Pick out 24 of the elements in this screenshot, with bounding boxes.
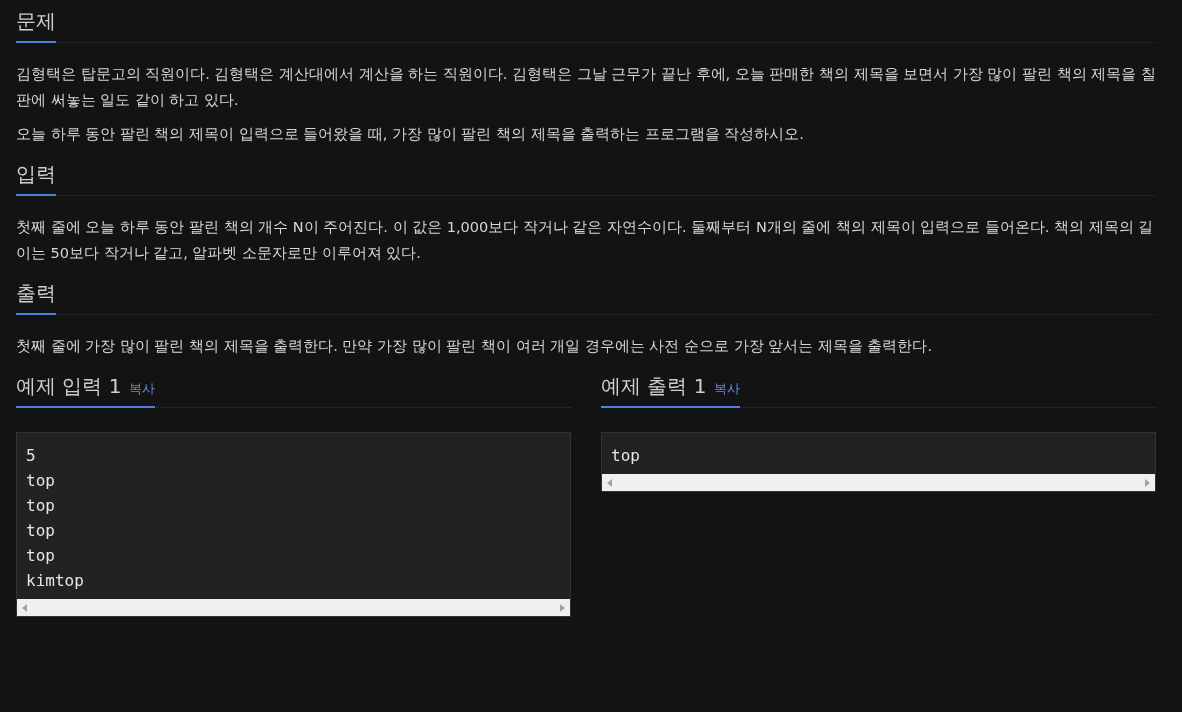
section-heading: 입력	[16, 161, 56, 188]
code-line: top	[26, 470, 56, 492]
scroll-left-icon[interactable]	[607, 478, 612, 487]
sample-heading: 예제 출력 1	[601, 373, 707, 400]
horizontal-scrollbar[interactable]	[17, 599, 570, 616]
code-line: top	[611, 445, 641, 467]
code-line: top	[26, 495, 56, 517]
section-heading: 문제	[16, 8, 56, 35]
code-line: top	[26, 520, 56, 542]
copy-link[interactable]: 복사	[129, 381, 156, 398]
paragraph: 오늘 하루 동안 팔린 책의 제목이 입력으로 들어왔을 때, 가장 많이 팔린 책의 제목을 출력하는 프로그램을 작성하시오.	[16, 125, 805, 144]
code-line: 5	[26, 445, 37, 467]
scroll-right-icon[interactable]	[1145, 478, 1150, 487]
code-line: top	[26, 545, 56, 567]
paragraph: 김형택은 탑문고의 직원이다. 김형택은 계산대에서 계산을 하는 직원이다. 김형택은 그날 근무가 끝난 후에, 오늘 판매한 책의 제목을 보면서 가장 많이 팔린 책의 제목을 칠판에 써놓는 일도 같이 하고 있다.	[16, 65, 1156, 110]
paragraph: 첫째 줄에 오늘 하루 동안 팔린 책의 개수 N이 주어진다. 이 값은 1,000보다 작거나 같은 자연수이다. 둘째부터 N개의 줄에 책의 제목이 입력으로 들어온다. 책의 제목의 길이는 50보다 작거나 같고, 알파벳 소문자로만 이루어져 있다.	[16, 218, 1155, 263]
paragraph: 첫째 줄에 가장 많이 팔린 책의 제목을 출력한다. 만약 가장 많이 팔린 책이 여러 개일 경우에는 사전 순으로 가장 앞서는 제목을 출력한다.	[16, 337, 933, 356]
horizontal-scrollbar[interactable]	[602, 474, 1155, 491]
sample-heading: 예제 입력 1	[16, 373, 122, 400]
section-heading: 출력	[16, 280, 56, 307]
copy-link[interactable]: 복사	[714, 381, 741, 398]
code-line: kimtop	[26, 570, 85, 592]
scroll-right-icon[interactable]	[560, 603, 565, 612]
scroll-left-icon[interactable]	[22, 603, 27, 612]
